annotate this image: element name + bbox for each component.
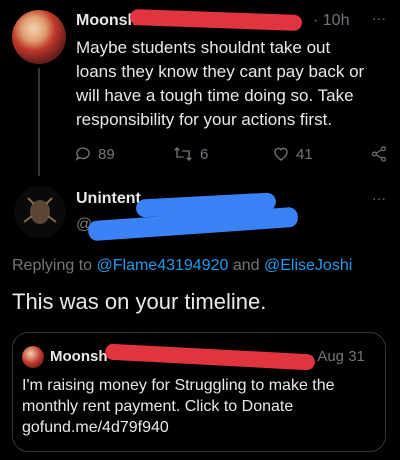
quoted-date: · Aug 31 [309,348,365,365]
tweet-text: This was on your timeline. [12,289,267,314]
quoted-text: I'm raising money for Struggling to make… [22,377,335,436]
like-count: 41 [296,145,313,163]
replying-to-label: Replying to [12,257,93,274]
timestamp[interactable]: · 10h [313,12,349,30]
redaction-mark [104,343,316,371]
more-options-button[interactable]: ··· [372,190,386,206]
reply-button[interactable]: 89 [74,145,115,163]
and-label: and [232,257,260,274]
author-name[interactable]: Unintent [76,190,141,208]
quoted-tweet-card[interactable]: Moonsh · Aug 31 I'm raising money for St… [12,332,386,452]
retweet-icon [172,145,194,163]
mention-link[interactable]: @Flame43194920 [97,257,229,274]
heart-icon [272,145,290,163]
avatar[interactable] [12,10,66,64]
like-button[interactable]: 41 [272,145,313,163]
tweet-text: Maybe students shouldnt take out loans t… [76,38,365,129]
reply-icon [74,145,92,163]
retweet-count: 6 [200,145,209,163]
more-options-button[interactable]: ··· [372,10,386,26]
author-name[interactable]: Moonsh [76,12,137,30]
reply-count: 89 [98,145,115,163]
thread-line [38,68,40,176]
avatar[interactable] [14,186,66,238]
mention-link[interactable]: @EliseJoshi [264,257,352,274]
avatar [22,346,44,368]
replying-to-line: Replying to @Flame43194920 and @EliseJos… [12,257,352,275]
author-name: Moonsh [50,348,108,365]
share-button[interactable] [370,145,388,163]
share-icon [370,145,388,163]
retweet-button[interactable]: 6 [172,145,208,163]
redaction-mark [129,9,303,31]
